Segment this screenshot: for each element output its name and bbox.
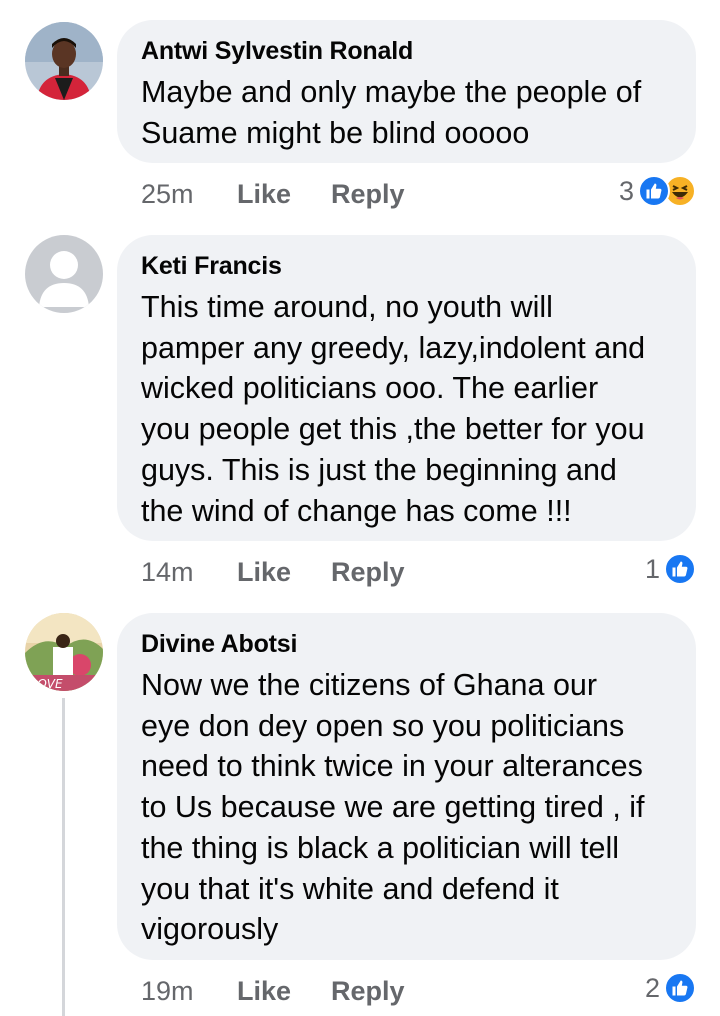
comment-text: This time around, no youth will pamper a… [141, 290, 646, 528]
default-profile-icon [25, 235, 103, 313]
comment-actions: 25m Like Reply [141, 176, 405, 212]
reaction-summary[interactable]: 1 [645, 551, 696, 587]
like-button[interactable]: Like [237, 976, 291, 1007]
profile-photo: LOVE [25, 613, 103, 691]
comment-time[interactable]: 19m [141, 976, 237, 1007]
avatar[interactable]: LOVE [25, 613, 103, 691]
avatar[interactable] [25, 22, 103, 100]
like-icon [638, 175, 670, 207]
comment-actions: 19m Like Reply [141, 973, 405, 1009]
like-icon [664, 972, 696, 1004]
comment-bubble: Keti Francis This time around, no youth … [117, 235, 696, 541]
comment-actions: 14m Like Reply [141, 554, 405, 590]
reply-thread-line [62, 698, 65, 1016]
comment-text: Now we the citizens of Ghana our eye don… [141, 668, 645, 947]
reaction-count: 2 [644, 972, 660, 1003]
like-icon [664, 553, 696, 585]
svg-text:LOVE: LOVE [31, 677, 63, 691]
comment-time[interactable]: 25m [141, 179, 237, 210]
profile-photo [25, 22, 103, 100]
reaction-summary[interactable]: 3 [619, 173, 696, 209]
comment-author[interactable]: Keti Francis [141, 251, 672, 281]
reaction-count: 3 [618, 175, 634, 206]
comment-time[interactable]: 14m [141, 557, 237, 588]
reply-button[interactable]: Reply [331, 976, 405, 1007]
comment-bubble: Divine Abotsi Now we the citizens of Gha… [117, 613, 696, 960]
like-button[interactable]: Like [237, 179, 291, 210]
reply-button[interactable]: Reply [331, 179, 405, 210]
avatar[interactable] [25, 235, 103, 313]
reaction-summary[interactable]: 2 [645, 970, 696, 1006]
comment-author[interactable]: Antwi Sylvestin Ronald [141, 36, 672, 66]
reply-button[interactable]: Reply [331, 557, 405, 588]
comment-text: Maybe and only maybe the people of Suame… [141, 75, 642, 150]
like-button[interactable]: Like [237, 557, 291, 588]
reaction-count: 1 [644, 553, 660, 584]
comment-bubble: Antwi Sylvestin Ronald Maybe and only ma… [117, 20, 696, 163]
comment-author[interactable]: Divine Abotsi [141, 629, 672, 659]
